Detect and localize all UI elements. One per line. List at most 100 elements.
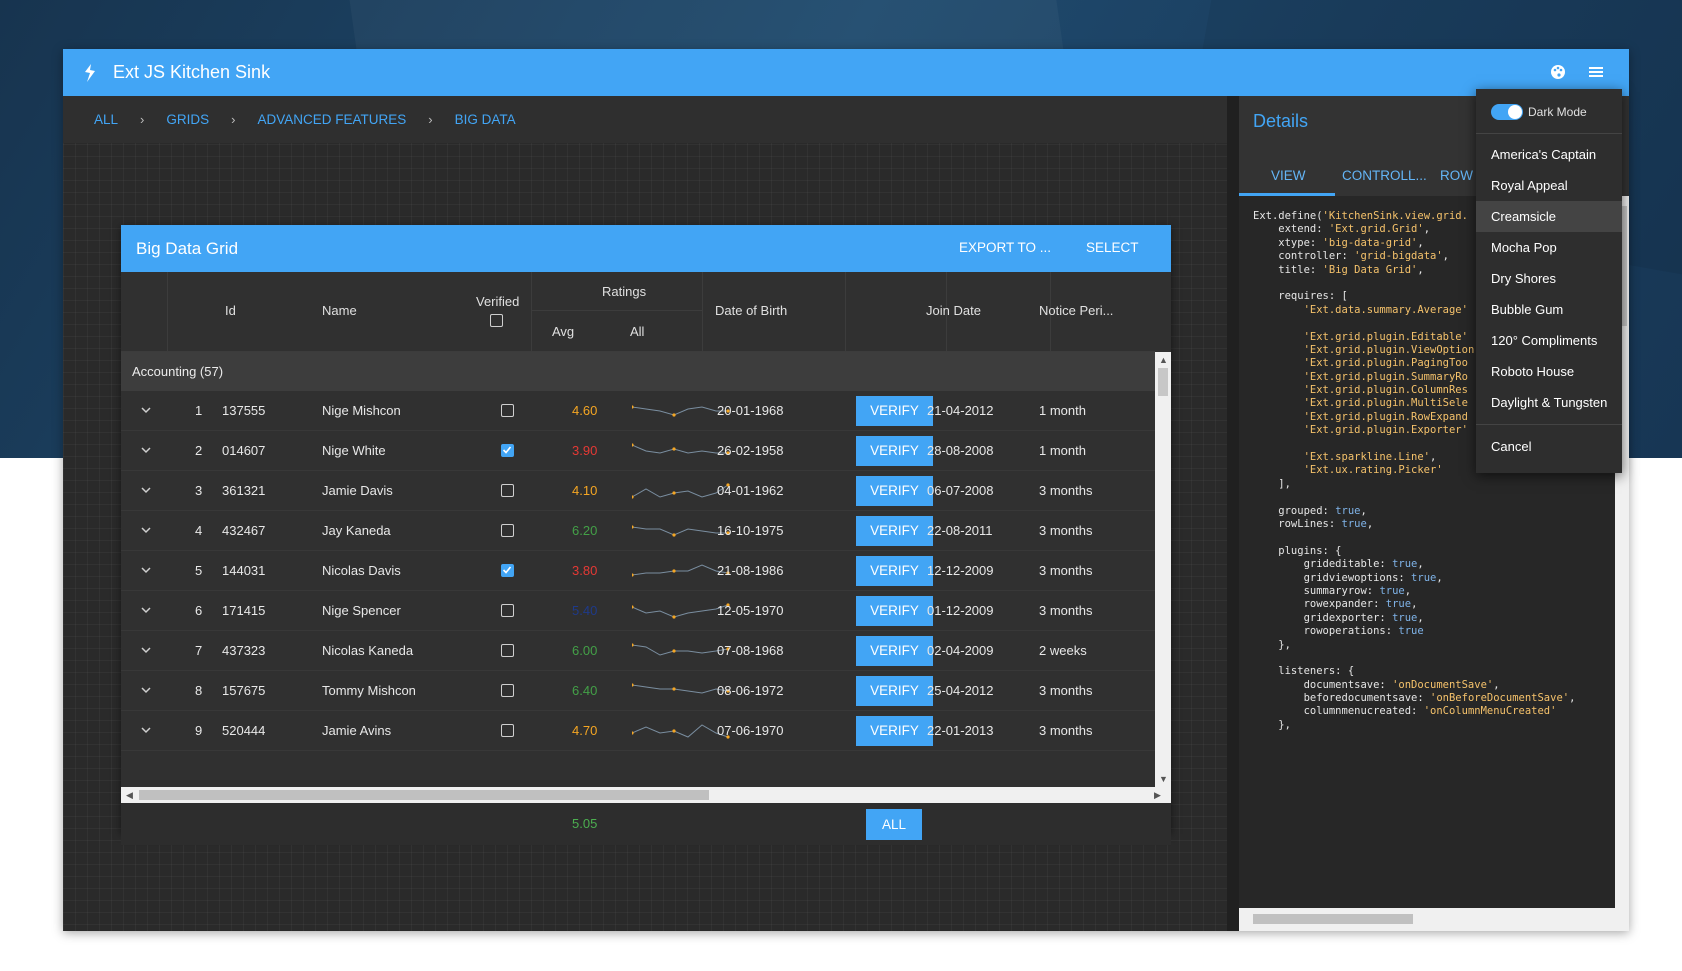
verify-button[interactable]: VERIFY: [856, 396, 933, 426]
code-line: grideditable: true,: [1253, 558, 1424, 571]
cell-avg-rating: 4.60: [572, 403, 598, 418]
dark-mode-row[interactable]: Dark Mode: [1491, 104, 1587, 120]
verify-button[interactable]: VERIFY: [856, 516, 933, 546]
column-header-avg[interactable]: Avg: [552, 324, 574, 339]
verified-checkbox[interactable]: [501, 564, 514, 577]
menu-item-theme[interactable]: Bubble Gum: [1476, 294, 1622, 325]
export-button[interactable]: EXPORT TO ...: [959, 240, 1051, 255]
cell-notice-period: 3 months: [1039, 523, 1093, 538]
menu-item-theme[interactable]: Dry Shores: [1476, 263, 1622, 294]
menu-item-theme[interactable]: Daylight & Tungsten: [1476, 387, 1622, 418]
chevron-down-icon[interactable]: [139, 643, 153, 657]
row-number: 6: [195, 603, 203, 618]
verified-checkbox[interactable]: [501, 684, 514, 697]
verified-checkbox[interactable]: [501, 484, 514, 497]
column-header-verified[interactable]: Verified: [476, 294, 519, 309]
grid-horizontal-scrollbar[interactable]: ◀ ▶: [121, 787, 1171, 803]
verified-checkbox[interactable]: [501, 444, 514, 457]
scroll-right-icon[interactable]: ▶: [1154, 787, 1161, 803]
chevron-down-icon[interactable]: [139, 403, 153, 417]
menu-item-theme[interactable]: America's Captain: [1476, 139, 1622, 170]
cell-avg-rating: 4.10: [572, 483, 598, 498]
dark-mode-toggle[interactable]: [1491, 104, 1523, 120]
table-row[interactable]: 4 432467 Jay Kaneda 6.20 16-10-1975 VERI…: [121, 511, 1155, 551]
table-row[interactable]: 1 137555 Nige Mishcon 4.60 20-01-1968 VE…: [121, 391, 1155, 431]
breadcrumb-big-data[interactable]: BIG DATA: [455, 112, 516, 127]
menu-item-cancel[interactable]: Cancel: [1476, 431, 1622, 462]
tab-row[interactable]: ROW: [1440, 168, 1473, 183]
verify-all-button[interactable]: ALL: [866, 809, 922, 840]
grid-vertical-scrollbar[interactable]: ▲ ▼: [1155, 352, 1171, 787]
menu-icon[interactable]: [1585, 61, 1607, 83]
table-row[interactable]: 5 144031 Nicolas Davis 3.80 21-08-1986 V…: [121, 551, 1155, 591]
cell-name: Jamie Davis: [322, 483, 393, 498]
verified-checkbox[interactable]: [501, 644, 514, 657]
chevron-down-icon[interactable]: [139, 603, 153, 617]
chevron-down-icon[interactable]: [139, 723, 153, 737]
cell-avg-rating: 3.80: [572, 563, 598, 578]
cell-date-of-birth: 07-06-1970: [717, 723, 784, 738]
column-header-id[interactable]: Id: [225, 303, 236, 318]
column-header-notice-period[interactable]: Notice Peri...: [1039, 303, 1113, 318]
tab-view[interactable]: VIEW: [1271, 168, 1306, 183]
scroll-left-icon[interactable]: ◀: [126, 787, 133, 803]
select-all-checkbox[interactable]: [490, 314, 503, 327]
code-line: grouped: true,: [1253, 504, 1367, 517]
menu-item-theme[interactable]: 120° Compliments: [1476, 325, 1622, 356]
cell-notice-period: 3 months: [1039, 603, 1093, 618]
verify-button[interactable]: VERIFY: [856, 676, 933, 706]
cell-id: 014607: [222, 443, 266, 458]
menu-item-theme[interactable]: Royal Appeal: [1476, 170, 1622, 201]
column-header-all[interactable]: All: [630, 324, 644, 339]
menu-item-theme[interactable]: Creamsicle: [1476, 201, 1622, 232]
column-header-name[interactable]: Name: [322, 303, 357, 318]
table-row[interactable]: 9 520444 Jamie Avins 4.70 07-06-1970 VER…: [121, 711, 1155, 751]
cell-date-of-birth: 16-10-1975: [717, 523, 784, 538]
chevron-down-icon[interactable]: [139, 483, 153, 497]
column-header-date-of-birth[interactable]: Date of Birth: [715, 303, 787, 318]
verified-checkbox[interactable]: [501, 524, 514, 537]
breadcrumb-all[interactable]: ALL: [94, 112, 118, 127]
code-line: rowLines: true,: [1253, 517, 1374, 530]
select-button[interactable]: SELECT: [1086, 240, 1139, 255]
panel-splitter[interactable]: [1227, 96, 1239, 931]
chevron-down-icon[interactable]: [139, 683, 153, 697]
table-row[interactable]: 2 014607 Nige White 3.90 26-02-1958 VERI…: [121, 431, 1155, 471]
column-header-join-date[interactable]: Join Date: [926, 303, 981, 318]
details-horizontal-scrollbar[interactable]: [1239, 908, 1629, 931]
scroll-up-icon[interactable]: ▲: [1159, 352, 1168, 368]
verify-button[interactable]: VERIFY: [856, 636, 933, 666]
chevron-down-icon[interactable]: [139, 523, 153, 537]
cell-name: Nige Spencer: [322, 603, 401, 618]
table-row[interactable]: 8 157675 Tommy Mishcon 6.40 08-06-1972 V…: [121, 671, 1155, 711]
breadcrumb-grids[interactable]: GRIDS: [166, 112, 209, 127]
verify-button[interactable]: VERIFY: [856, 476, 933, 506]
row-number: 9: [195, 723, 203, 738]
cell-name: Nicolas Davis: [322, 563, 401, 578]
scroll-down-icon[interactable]: ▼: [1159, 771, 1168, 787]
code-line: },: [1253, 718, 1291, 731]
verify-button[interactable]: VERIFY: [856, 556, 933, 586]
tab-controller[interactable]: CONTROLL...: [1342, 168, 1427, 183]
cell-id: 171415: [222, 603, 266, 618]
palette-icon[interactable]: [1547, 61, 1569, 83]
chevron-down-icon[interactable]: [139, 443, 153, 457]
menu-item-theme[interactable]: Mocha Pop: [1476, 232, 1622, 263]
verified-checkbox[interactable]: [501, 404, 514, 417]
verify-button[interactable]: VERIFY: [856, 716, 933, 746]
verify-button[interactable]: VERIFY: [856, 596, 933, 626]
main-area: ALL › GRIDS › ADVANCED FEATURES › BIG DA…: [63, 96, 1227, 931]
menu-item-theme[interactable]: Roboto House: [1476, 356, 1622, 387]
verified-checkbox[interactable]: [501, 724, 514, 737]
table-row[interactable]: 3 361321 Jamie Davis 4.10 04-01-1962 VER…: [121, 471, 1155, 511]
verify-button[interactable]: VERIFY: [856, 436, 933, 466]
code-line: summaryrow: true,: [1253, 584, 1412, 597]
table-row[interactable]: 6 171415 Nige Spencer 5.40 12-05-1970 VE…: [121, 591, 1155, 631]
breadcrumb-advanced-features[interactable]: ADVANCED FEATURES: [257, 112, 406, 127]
cell-name: Nicolas Kaneda: [322, 643, 414, 658]
group-header-accounting[interactable]: Accounting (57): [121, 352, 1155, 391]
table-row[interactable]: 7 437323 Nicolas Kaneda 6.00 07-08-1968 …: [121, 631, 1155, 671]
verified-checkbox[interactable]: [501, 604, 514, 617]
chevron-down-icon[interactable]: [139, 563, 153, 577]
